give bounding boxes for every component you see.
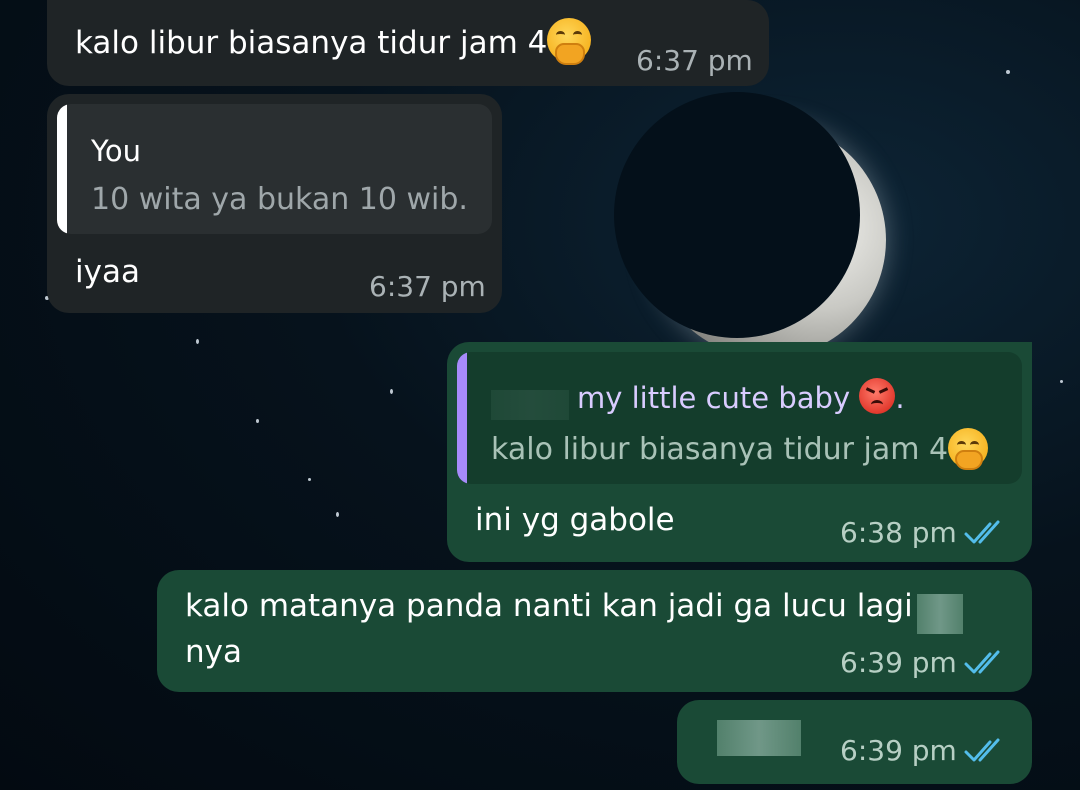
read-ticks-icon (964, 650, 1000, 674)
quote-author: my little cute baby . (577, 378, 905, 415)
message-text-line-2: nya (185, 634, 242, 670)
star (336, 512, 339, 517)
star (256, 419, 259, 423)
message-time: 6:39 pm (840, 734, 957, 767)
message-time: 6:37 pm (636, 44, 753, 77)
quote-text: 10 wita ya bukan 10 wib. (91, 182, 468, 217)
quote-bar (457, 352, 467, 484)
chat-background: kalo libur biasanya tidur jam 4 6:37 pm … (0, 0, 1080, 790)
hand-over-mouth-emoji (948, 428, 989, 470)
message-text: iyaa (75, 254, 140, 290)
message-text: ini yg gabole (475, 502, 675, 538)
redacted-area (491, 390, 569, 420)
outgoing-message-bubble[interactable]: kalo matanya panda nanti kan jadi ga luc… (157, 570, 1032, 692)
incoming-message-bubble[interactable]: kalo libur biasanya tidur jam 4 6:37 pm (47, 0, 769, 86)
hand-over-mouth-emoji (547, 18, 592, 65)
read-ticks-icon (964, 520, 1000, 544)
quoted-message[interactable]: my little cute baby . kalo libur biasany… (457, 352, 1022, 484)
quoted-message[interactable]: You 10 wita ya bukan 10 wib. (57, 104, 492, 234)
redacted-area (717, 720, 801, 756)
quote-bar (57, 104, 67, 234)
star (1006, 70, 1010, 74)
moon-shadow (614, 92, 860, 338)
star (390, 389, 393, 394)
read-ticks-icon (964, 738, 1000, 762)
message-time: 6:39 pm (840, 646, 957, 679)
quote-author: You (91, 134, 141, 168)
outgoing-message-bubble[interactable]: 6:39 pm (677, 700, 1032, 784)
incoming-message-bubble[interactable]: You 10 wita ya bukan 10 wib. iyaa 6:37 p… (47, 94, 502, 313)
star (1060, 380, 1063, 383)
message-time: 6:38 pm (840, 516, 957, 549)
quote-text: kalo libur biasanya tidur jam 4 (491, 428, 989, 470)
message-text-line-1: kalo matanya panda nanti kan jadi ga luc… (185, 588, 913, 624)
angry-face-emoji (859, 378, 896, 414)
star (308, 478, 311, 481)
star (196, 339, 199, 344)
outgoing-message-bubble[interactable]: my little cute baby . kalo libur biasany… (447, 342, 1032, 562)
message-time: 6:37 pm (369, 270, 486, 303)
message-text: kalo libur biasanya tidur jam 4 (75, 18, 592, 65)
redacted-area (917, 594, 963, 634)
